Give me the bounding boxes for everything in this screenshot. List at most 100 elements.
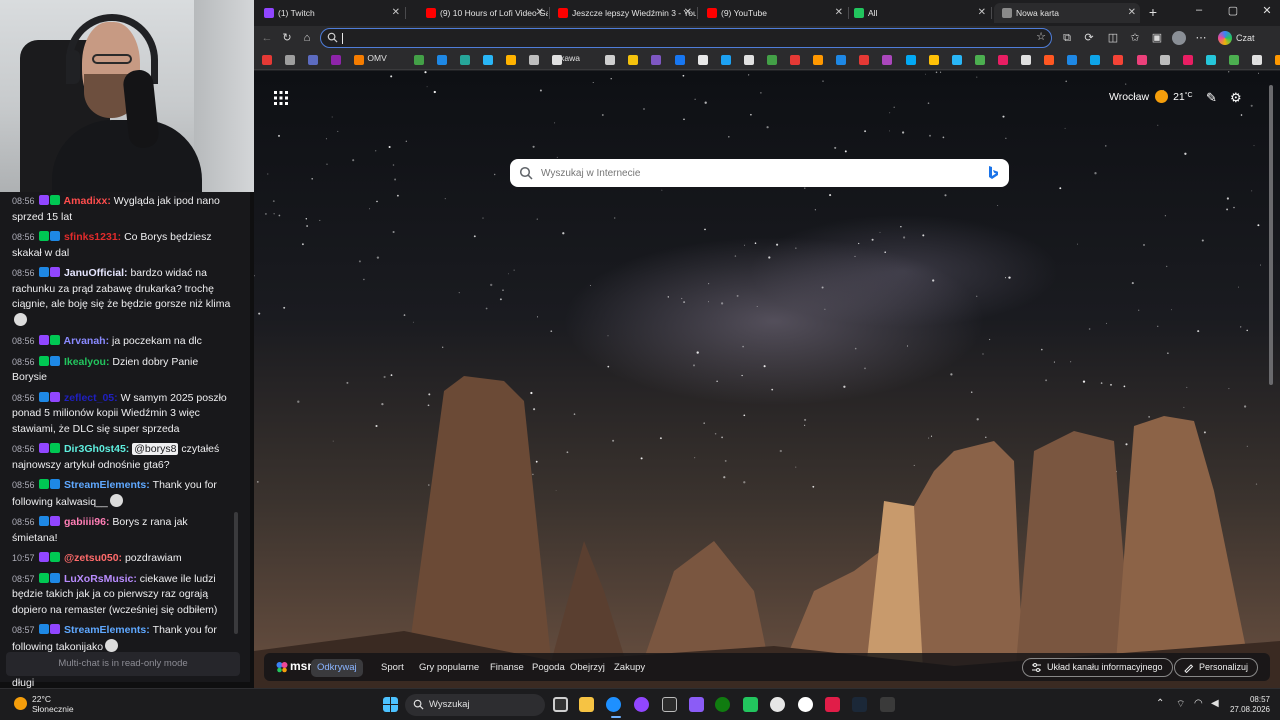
feed-layout-button[interactable]: Układ kanału informacyjnego xyxy=(1022,658,1173,677)
tab-close-icon[interactable]: ✕ xyxy=(835,3,843,23)
chat-username[interactable]: sfinks1231: xyxy=(61,231,124,243)
tab-close-icon[interactable]: ✕ xyxy=(978,3,986,23)
collections-icon[interactable]: ▣ xyxy=(1150,31,1164,45)
nvidia-icon[interactable] xyxy=(743,697,758,712)
favorite-site-icon[interactable] xyxy=(951,55,962,65)
favorite-site-icon[interactable] xyxy=(1044,55,1055,65)
personalize-button[interactable]: Personalizuj xyxy=(1174,658,1259,677)
chat-scrollbar[interactable] xyxy=(234,512,238,634)
favorite-site-icon[interactable] xyxy=(766,55,777,65)
task-view-icon[interactable] xyxy=(553,697,568,712)
favorite-site-icon[interactable] xyxy=(1182,55,1193,65)
page-scrollbar[interactable] xyxy=(1268,77,1274,677)
tab-close-icon[interactable]: ✕ xyxy=(536,3,544,23)
wifi-icon[interactable]: ◠ xyxy=(1194,698,1203,709)
favorite-site-icon[interactable] xyxy=(354,55,365,65)
steam-friends-icon[interactable] xyxy=(770,697,785,712)
sync-icon[interactable]: ⟳ xyxy=(1082,31,1096,45)
feed-tab-0[interactable]: Odkrywaj xyxy=(311,659,363,677)
browser-tab[interactable]: Jeszcze lepszy Wiedźmin 3 - YouT ✕ xyxy=(550,3,696,23)
chat-username[interactable]: gabiiii96: xyxy=(61,516,112,528)
tab-close-icon[interactable]: ✕ xyxy=(684,3,692,23)
chat-username[interactable]: @zetsu050: xyxy=(61,552,125,564)
browser-tab[interactable]: (1) Twitch ✕ xyxy=(256,3,404,23)
favorite-site-icon[interactable] xyxy=(836,55,847,65)
copilot-chat-button[interactable]: Czat xyxy=(1218,30,1255,46)
terminal-icon[interactable] xyxy=(662,697,677,712)
favorite-site-icon[interactable] xyxy=(459,55,470,65)
favorite-site-icon[interactable] xyxy=(436,55,447,65)
app-circle-icon[interactable] xyxy=(634,697,649,712)
chat-username[interactable]: StreamElements: xyxy=(61,624,153,636)
favorites-overflow-chevron-icon[interactable]: › xyxy=(1250,53,1264,67)
favorite-site-icon[interactable] xyxy=(505,55,516,65)
feed-tab-3[interactable]: Finanse xyxy=(484,659,530,677)
edit-pencil-icon[interactable]: ✎ xyxy=(1206,90,1217,106)
favorite-site-icon[interactable] xyxy=(697,55,708,65)
msn-logo[interactable]: msn xyxy=(276,659,315,673)
minimize-button[interactable]: – xyxy=(1188,4,1210,16)
network-icon[interactable]: ⌔ xyxy=(1176,698,1185,711)
favorite-site-icon[interactable] xyxy=(262,55,272,65)
favorite-site-icon[interactable] xyxy=(743,55,754,65)
favorite-site-icon[interactable] xyxy=(308,55,319,65)
volume-icon[interactable]: ◀ xyxy=(1211,698,1219,709)
favorite-site-icon[interactable] xyxy=(928,55,939,65)
favorite-site-icon[interactable] xyxy=(1090,55,1101,65)
weather-widget[interactable]: Wrocław 21°C xyxy=(1109,90,1193,103)
refresh-icon[interactable]: ↻ xyxy=(280,31,294,45)
file-explorer-icon[interactable] xyxy=(579,697,594,712)
chat-mention[interactable]: @borys8 xyxy=(132,443,179,455)
favorite-site-icon[interactable] xyxy=(1159,55,1170,65)
settings-gear-icon[interactable]: ⚙ xyxy=(1230,90,1242,106)
favorite-site-icon[interactable] xyxy=(413,55,424,65)
split-screen-icon[interactable]: ◫ xyxy=(1106,31,1120,45)
feed-tab-6[interactable]: Zakupy xyxy=(608,659,651,677)
address-bar[interactable]: ☆ xyxy=(320,28,1052,48)
windows-start-icon[interactable] xyxy=(383,697,398,712)
download-app-icon[interactable] xyxy=(880,697,895,712)
favorite-site-icon[interactable] xyxy=(1113,55,1124,65)
favorite-site-icon[interactable] xyxy=(605,55,616,65)
favorite-label[interactable]: kawa xyxy=(560,53,580,63)
app-launcher-icon[interactable] xyxy=(274,91,288,105)
profile-avatar[interactable] xyxy=(1172,31,1186,45)
taskbar-clock[interactable]: 08:57 27.08.2026 xyxy=(1226,695,1270,715)
favorite-site-icon[interactable] xyxy=(1275,55,1280,65)
chat-username[interactable]: Arvanah: xyxy=(61,335,112,347)
favorite-site-icon[interactable] xyxy=(628,55,639,65)
favorite-site-icon[interactable] xyxy=(813,55,824,65)
browser-tab[interactable]: (9) YouTube ✕ xyxy=(699,3,847,23)
obs-studio-icon[interactable] xyxy=(798,697,813,712)
favorite-site-icon[interactable] xyxy=(285,55,296,65)
favorite-site-icon[interactable] xyxy=(720,55,731,65)
feed-tab-2[interactable]: Gry popularne xyxy=(413,659,485,677)
browser-tab[interactable]: (9) 10 Hours of Lofi Video Ga ✕ xyxy=(418,3,548,23)
favorite-site-icon[interactable] xyxy=(1205,55,1216,65)
feed-tab-1[interactable]: Sport xyxy=(375,659,410,677)
address-input[interactable] xyxy=(345,30,1025,46)
favorite-site-icon[interactable] xyxy=(997,55,1008,65)
back-arrow-icon[interactable]: ← xyxy=(260,31,274,45)
red-app-icon[interactable] xyxy=(825,697,840,712)
chat-username[interactable]: Dir3Gh0st45: xyxy=(61,443,132,455)
favorite-site-icon[interactable] xyxy=(651,55,662,65)
chat-username[interactable]: LuXoRsMusic: xyxy=(61,573,140,585)
chat-username[interactable]: zeflect_05: xyxy=(61,392,121,404)
more-menu-icon[interactable]: ⋯ xyxy=(1194,31,1208,45)
chat-username[interactable]: Amadixx: xyxy=(61,195,114,207)
tray-chevron-icon[interactable]: ⌃ xyxy=(1156,698,1164,709)
close-window-button[interactable]: ✕ xyxy=(1256,4,1278,17)
tab-close-icon[interactable]: ✕ xyxy=(392,3,400,23)
favorite-site-icon[interactable] xyxy=(1228,55,1239,65)
steam-icon[interactable] xyxy=(852,697,867,712)
favorite-site-icon[interactable] xyxy=(1021,55,1031,65)
obs-app-icon[interactable] xyxy=(689,697,704,712)
favorite-site-icon[interactable] xyxy=(674,55,685,65)
favorite-site-icon[interactable] xyxy=(859,55,870,65)
home-icon[interactable]: ⌂ xyxy=(300,31,314,45)
feed-tab-5[interactable]: Obejrzyj xyxy=(564,659,611,677)
favorite-site-icon[interactable] xyxy=(905,55,916,65)
taskbar-search[interactable]: Wyszukaj xyxy=(405,694,545,716)
favorite-site-icon[interactable] xyxy=(529,55,539,65)
